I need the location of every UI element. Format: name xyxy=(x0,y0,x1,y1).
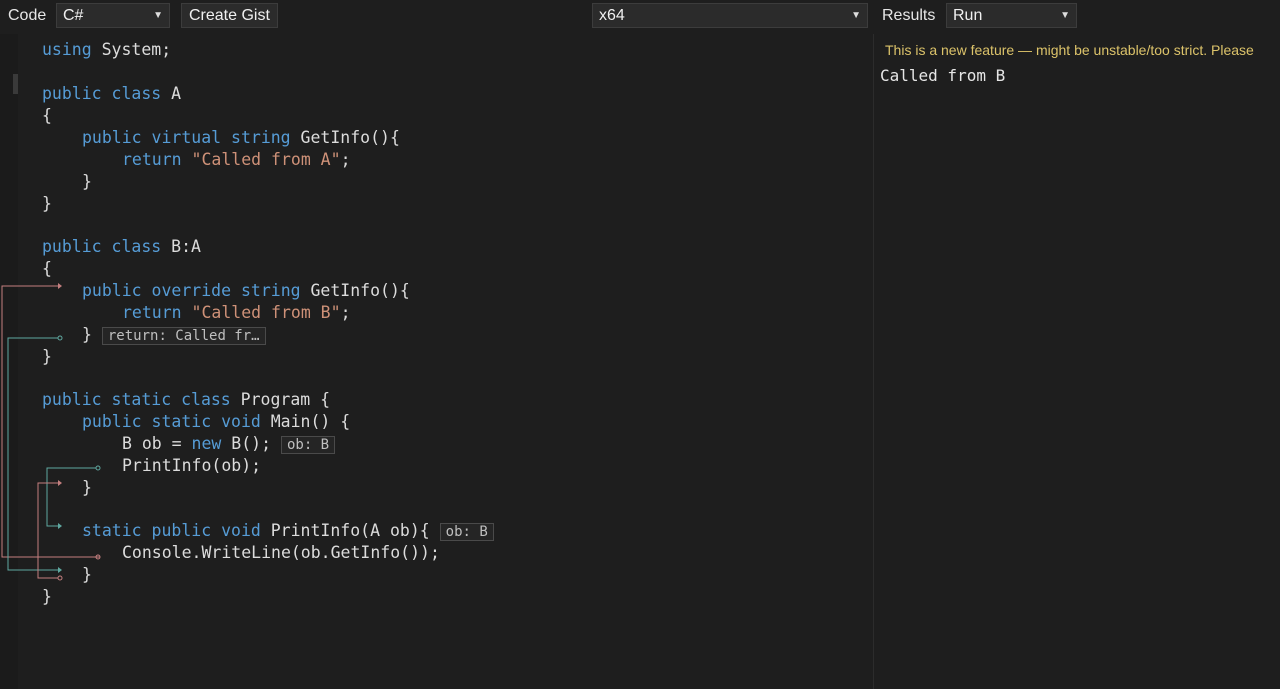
flow-dot xyxy=(95,465,101,471)
flow-line xyxy=(1,285,100,558)
flow-dot xyxy=(57,335,63,341)
flow-dot xyxy=(57,575,63,581)
arrow-head xyxy=(58,567,62,573)
warning-message: This is a new feature — might be unstabl… xyxy=(885,42,1254,58)
flow-line xyxy=(7,337,58,571)
program-output: Called from B xyxy=(880,66,1006,85)
arrow-head xyxy=(58,480,62,486)
flow-line xyxy=(37,482,58,579)
arrow-head xyxy=(58,523,62,529)
arrow-head xyxy=(58,283,62,289)
flow-line xyxy=(46,467,96,527)
results-panel: This is a new feature — might be unstabl… xyxy=(873,34,1280,689)
